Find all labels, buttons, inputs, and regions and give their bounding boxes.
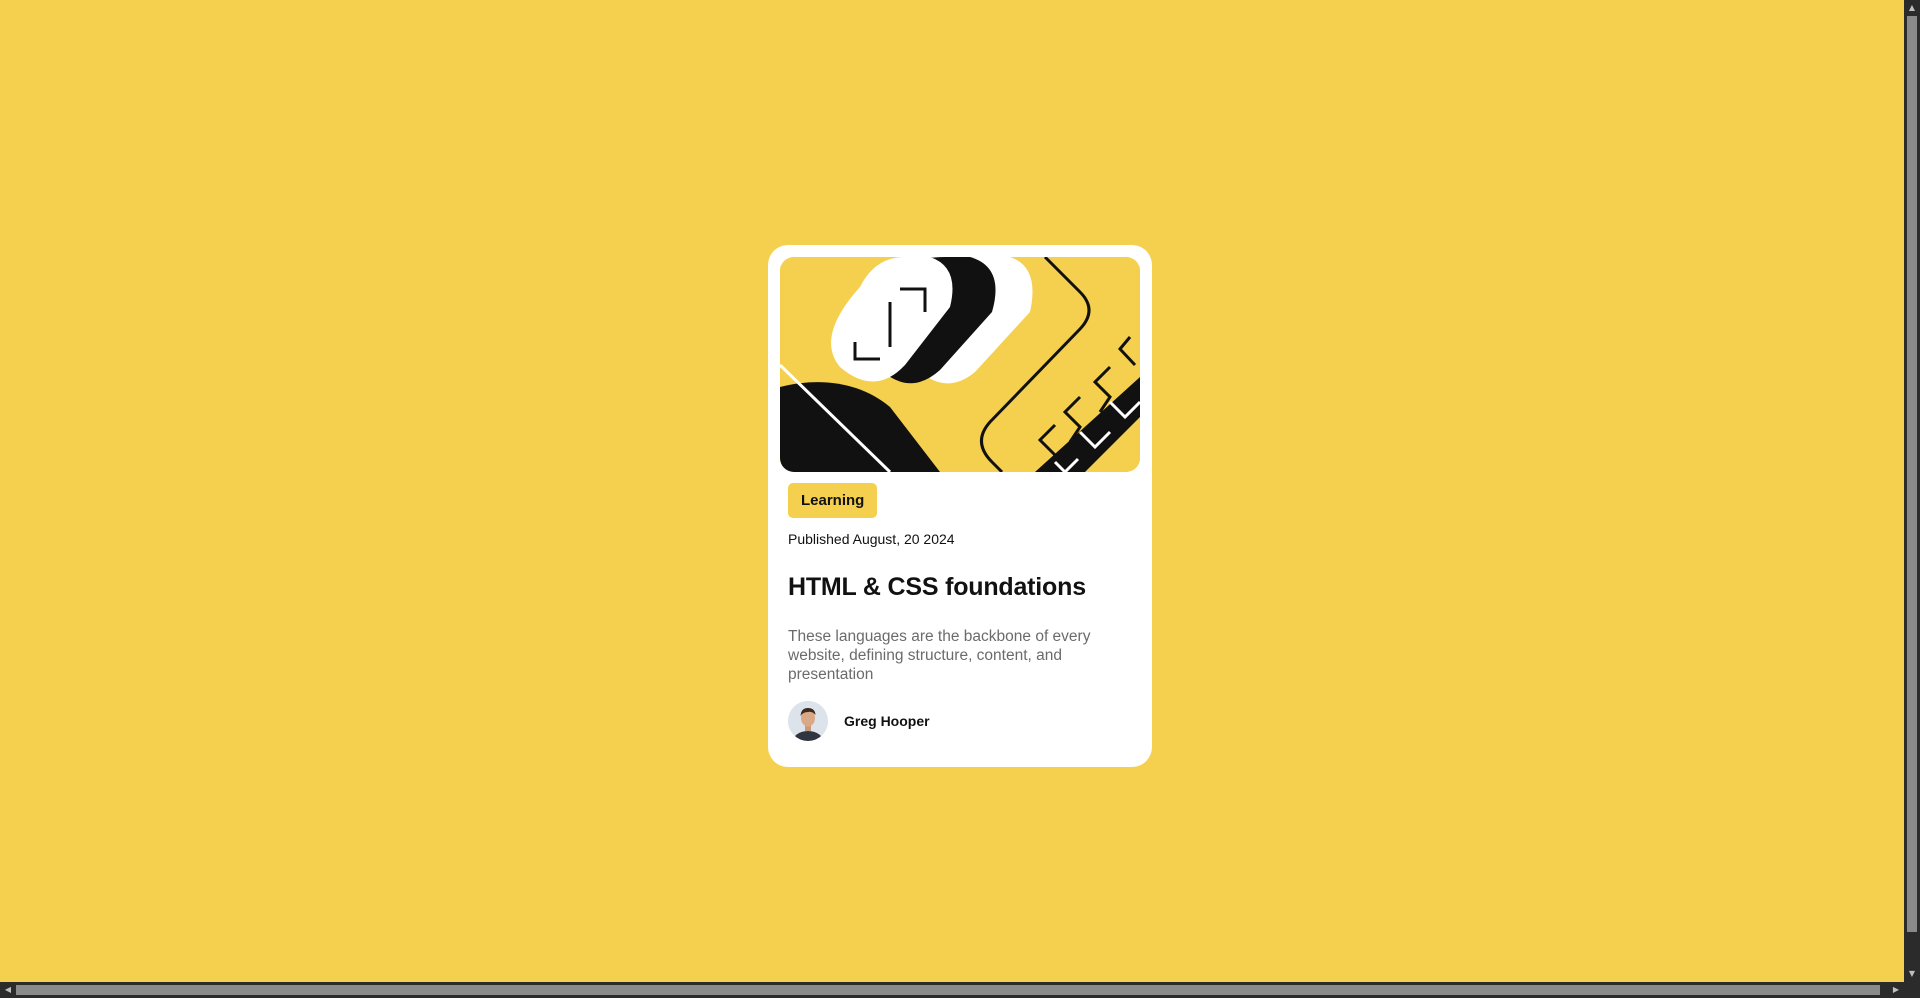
published-date: Published August, 20 2024 [788, 531, 955, 547]
hero-illustration-icon [780, 257, 1140, 472]
scroll-left-icon[interactable]: ◀ [0, 982, 16, 998]
card-title[interactable]: HTML & CSS foundations [788, 572, 1130, 602]
horizontal-scrollbar[interactable]: ◀ ▶ [0, 982, 1920, 998]
scrollbar-corner [1904, 982, 1920, 998]
card-description: These languages are the backbone of ever… [788, 628, 1091, 683]
vertical-scrollbar[interactable]: ▲ ▼ [1904, 0, 1920, 982]
horizontal-scroll-thumb[interactable] [16, 985, 1880, 995]
card-body: Learning Published August, 20 2024 HTML … [780, 472, 1140, 741]
category-tag[interactable]: Learning [788, 483, 878, 518]
scroll-right-icon[interactable]: ▶ [1888, 982, 1904, 998]
scroll-up-icon[interactable]: ▲ [1904, 0, 1920, 16]
vertical-scroll-thumb[interactable] [1907, 16, 1917, 932]
avatar-icon [788, 701, 828, 741]
scroll-down-icon[interactable]: ▼ [1904, 966, 1920, 982]
author: Greg Hooper [788, 701, 1130, 741]
page: Learning Published August, 20 2024 HTML … [0, 0, 1920, 998]
blog-preview-card: Learning Published August, 20 2024 HTML … [768, 245, 1152, 767]
author-name[interactable]: Greg Hooper [844, 713, 930, 729]
